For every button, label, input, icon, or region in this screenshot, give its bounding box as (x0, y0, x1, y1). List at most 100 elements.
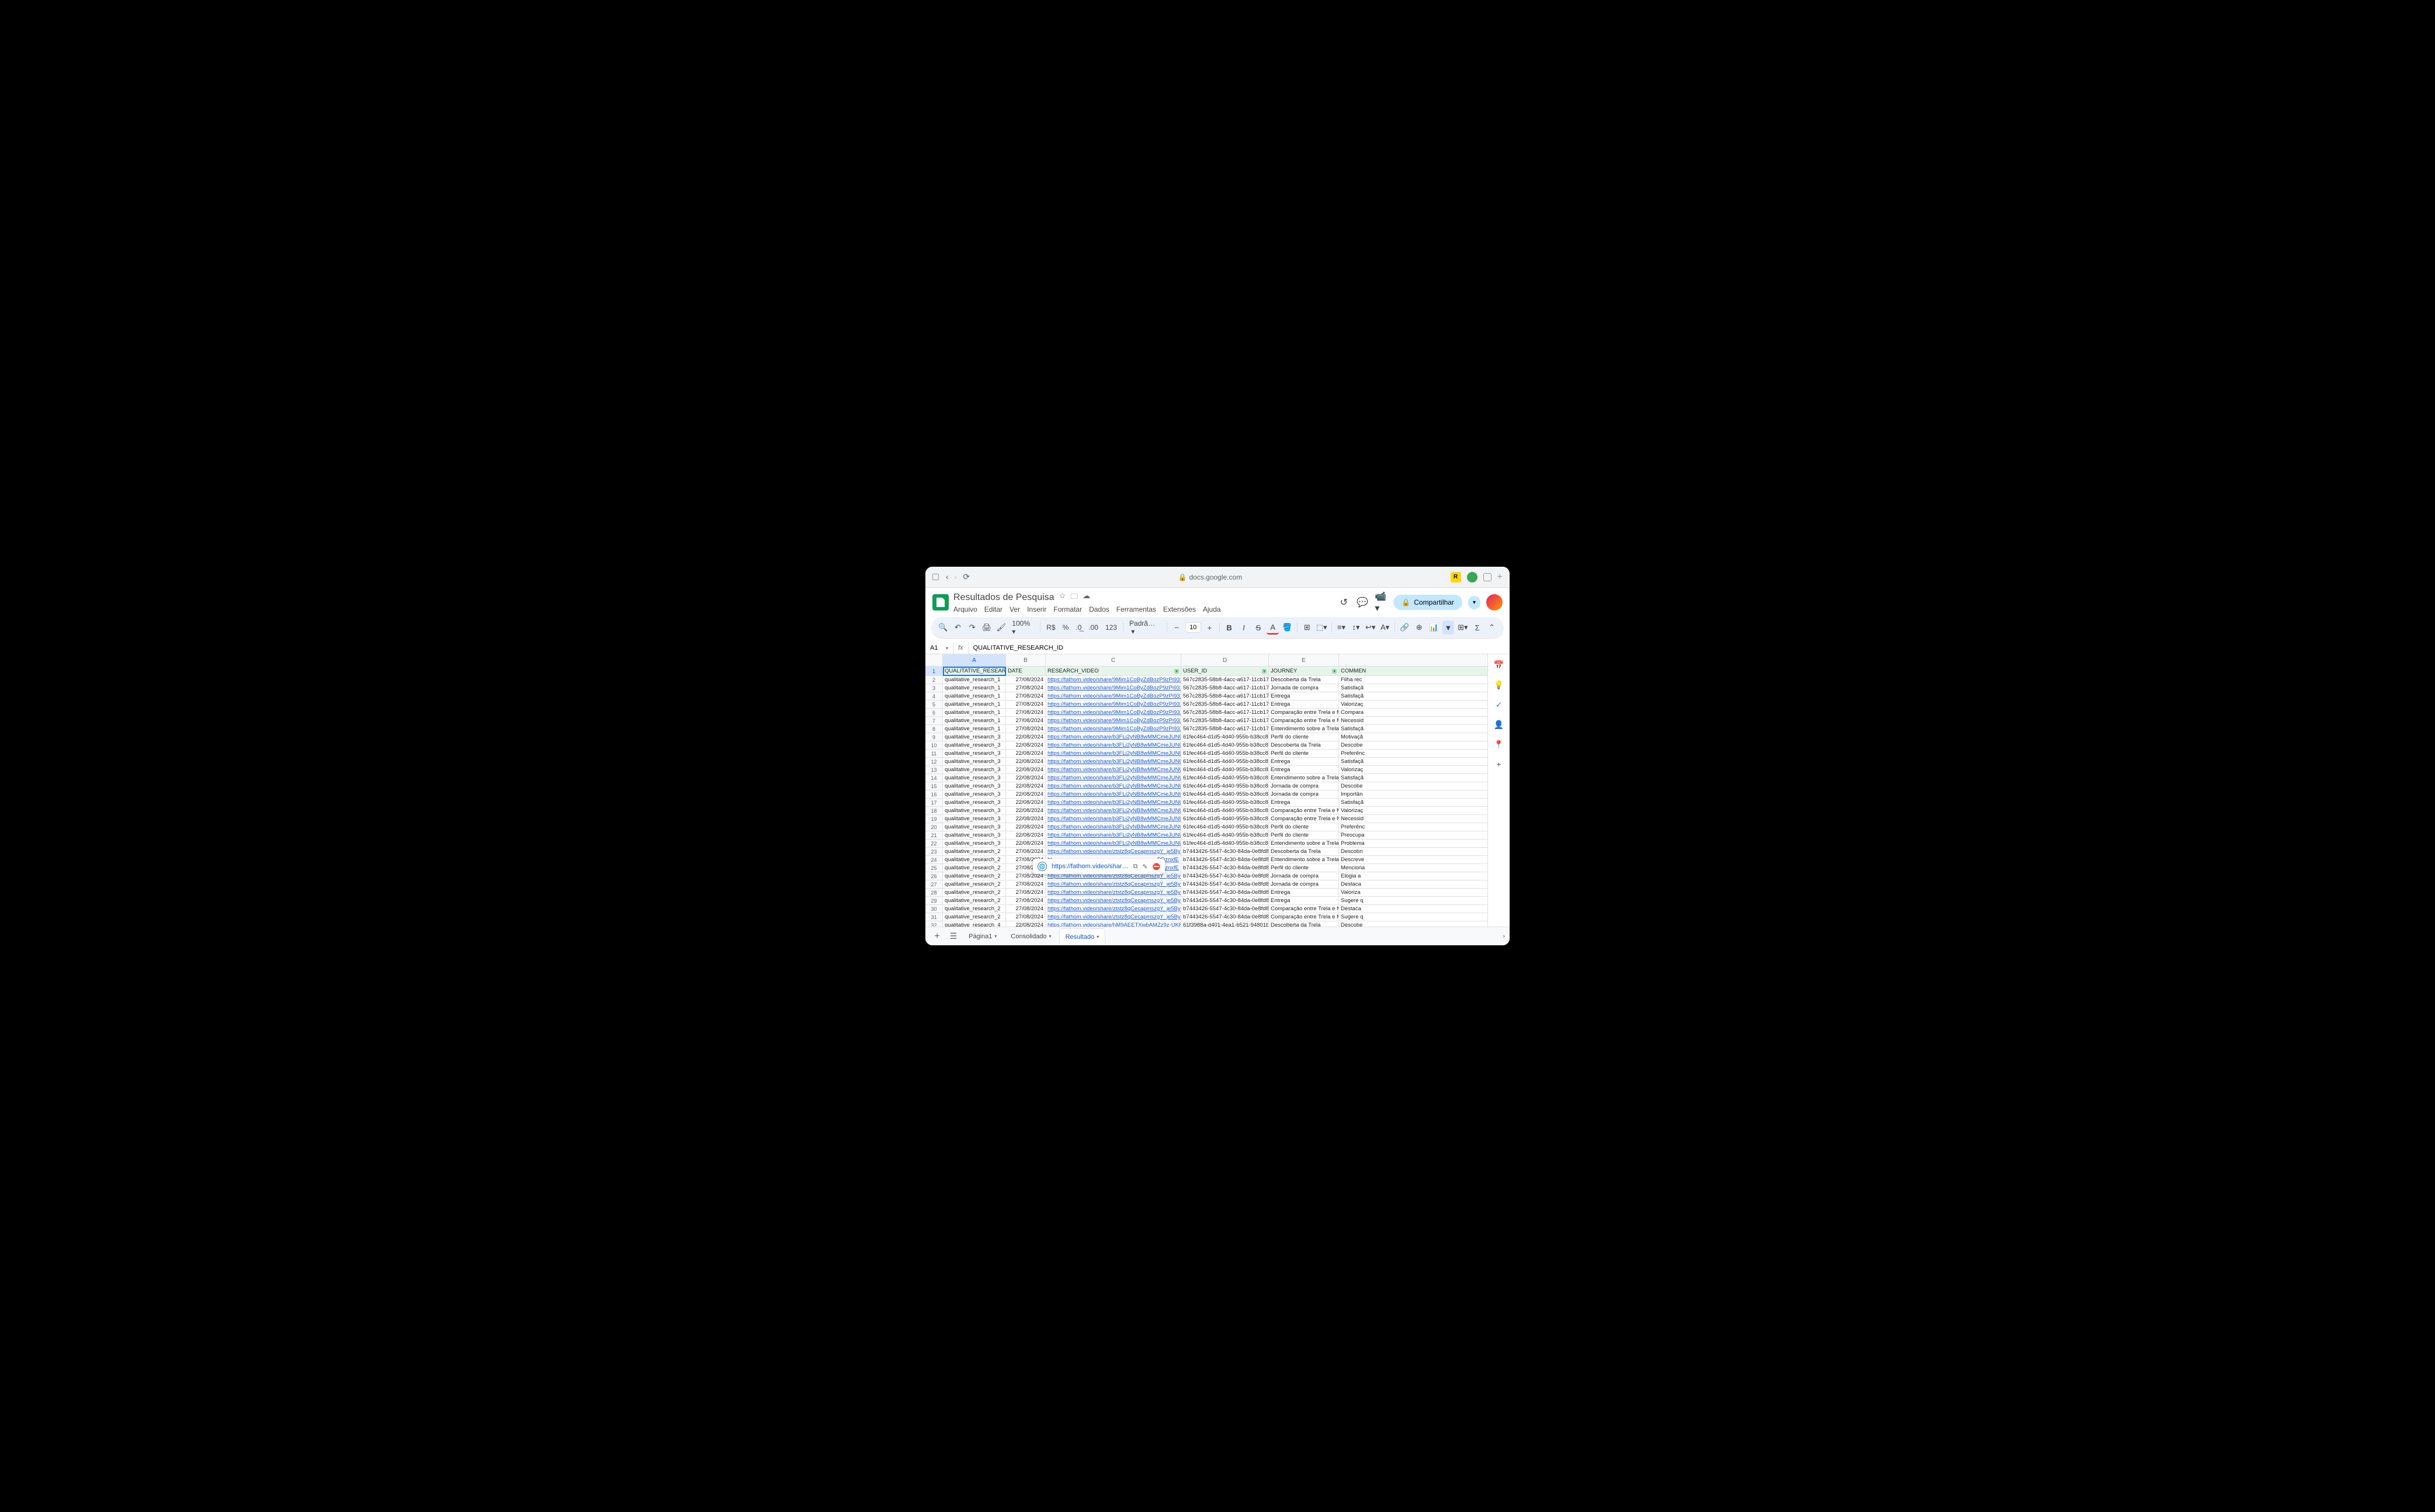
cell[interactable]: qualitative_research_2 (943, 905, 1006, 913)
borders-button[interactable]: ⊞ (1301, 620, 1313, 634)
cell[interactable]: qualitative_research_2 (943, 872, 1006, 880)
cell[interactable]: 22/08/2024 (1006, 766, 1046, 774)
address-bar[interactable]: 🔒 docs.google.com (977, 573, 1444, 581)
cell[interactable]: 61fec464-d1d5-4d40-955b-b38cc8dbaeb9 (1181, 823, 1269, 831)
cell[interactable]: https://fathom.video/share/b3FLi2yNB8wMM… (1046, 733, 1181, 741)
cell[interactable]: Necessid (1339, 717, 1487, 725)
row-header[interactable]: 25 (925, 864, 943, 872)
cell[interactable]: Jornada de compra (1269, 790, 1339, 799)
cell[interactable]: Sugere q (1339, 913, 1487, 921)
row-header[interactable]: 30 (925, 905, 943, 913)
share-button[interactable]: 🔒 Compartilhar (1393, 595, 1462, 610)
cell[interactable]: Entrega (1269, 700, 1339, 709)
cell[interactable]: Descobe (1339, 741, 1487, 750)
cell[interactable]: https://fathom.video/share/9Mim1CoByZdBo… (1046, 709, 1181, 717)
cell[interactable]: 61fec464-d1d5-4d40-955b-b38cc8dbaeb9 (1181, 766, 1269, 774)
cell[interactable]: 61fec464-d1d5-4d40-955b-b38cc8dbaeb9 (1181, 741, 1269, 750)
row-header[interactable]: 29 (925, 897, 943, 905)
row-header[interactable]: 9 (925, 733, 943, 741)
cell[interactable]: 22/08/2024 (1006, 823, 1046, 831)
cell[interactable]: Comparação entre Trela e Mercado (1269, 913, 1339, 921)
row-header[interactable]: 11 (925, 750, 943, 758)
cell[interactable]: https://fathom.video/share/9Mim1CoByZdBo… (1046, 684, 1181, 692)
increase-font-button[interactable]: + (1203, 620, 1216, 634)
cell[interactable]: https://fathom.video/share/b3FLi2yNB8wMM… (1046, 799, 1181, 807)
cell[interactable]: b7443426-5547-4c30-84da-0e8fd83df46e (1181, 897, 1269, 905)
column-header[interactable]: E (1269, 654, 1339, 666)
cell[interactable]: Destaca (1339, 905, 1487, 913)
cell[interactable]: qualitative_research_3 (943, 774, 1006, 782)
cell[interactable]: Descoberta da Trela (1269, 921, 1339, 927)
cell[interactable]: 61fec464-d1d5-4d40-955b-b38cc8dbaeb9 (1181, 799, 1269, 807)
cell[interactable]: Descreve (1339, 856, 1487, 864)
wrap-button[interactable]: ↩▾ (1364, 620, 1376, 634)
back-icon[interactable]: ‹ (946, 572, 949, 582)
select-all-corner[interactable] (925, 654, 943, 666)
bold-button[interactable]: B (1223, 620, 1236, 634)
row-header[interactable]: 7 (925, 717, 943, 725)
comments-icon[interactable]: 💬 (1356, 596, 1369, 609)
cell[interactable]: 567c2835-58b8-4acc-a617-11cb179a3bf4 (1181, 709, 1269, 717)
menu-item[interactable]: Inserir (1027, 605, 1046, 613)
cell[interactable]: qualitative_research_2 (943, 848, 1006, 856)
cell[interactable]: 61f3988a-d401-4ea1-b521-94801b8d0672 (1181, 921, 1269, 927)
cell[interactable]: 22/08/2024 (1006, 831, 1046, 840)
cell[interactable]: 22/08/2024 (1006, 815, 1046, 823)
row-header[interactable]: 8 (925, 725, 943, 733)
row-header[interactable]: 10 (925, 741, 943, 750)
cell[interactable]: 61fec464-d1d5-4d40-955b-b38cc8dbaeb9 (1181, 782, 1269, 790)
row-header[interactable]: 27 (925, 880, 943, 889)
cell[interactable]: 22/08/2024 (1006, 782, 1046, 790)
cell[interactable]: qualitative_research_1 (943, 692, 1006, 700)
cell[interactable]: 27/08/2024 (1006, 905, 1046, 913)
cell[interactable]: b7443426-5547-4c30-84da-0e8fd83df46e (1181, 905, 1269, 913)
cell[interactable]: 22/08/2024 (1006, 921, 1046, 927)
column-header[interactable]: C (1046, 654, 1181, 666)
avatar[interactable] (1486, 594, 1503, 611)
cell[interactable]: Entendimento sobre a Trela (1269, 856, 1339, 864)
cell[interactable]: Perfil do cliente (1269, 823, 1339, 831)
cell[interactable]: https://fathom.video/share/b3FLi2yNB8wMM… (1046, 823, 1181, 831)
cell[interactable]: Entrega (1269, 889, 1339, 897)
column-header[interactable]: A (943, 654, 1006, 666)
row-header[interactable]: 31 (925, 913, 943, 921)
cell[interactable]: qualitative_research_3 (943, 823, 1006, 831)
cell[interactable]: Menciona (1339, 864, 1487, 872)
extension-icon[interactable]: R (1451, 572, 1461, 582)
cell[interactable]: Valorizaç (1339, 807, 1487, 815)
text-color-button[interactable]: A (1267, 620, 1279, 634)
italic-button[interactable]: I (1238, 620, 1250, 634)
font-size-input[interactable]: 10 (1185, 622, 1201, 633)
cell[interactable]: Sugere q (1339, 897, 1487, 905)
row-header[interactable]: 4 (925, 692, 943, 700)
cell[interactable]: 22/08/2024 (1006, 840, 1046, 848)
cell[interactable]: Descoberta da Trela (1269, 741, 1339, 750)
cell[interactable]: 27/08/2024 (1006, 692, 1046, 700)
cell[interactable]: RESEARCH_VIDEO (1046, 667, 1181, 676)
cell[interactable]: 567c2835-58b8-4acc-a617-11cb179a3bf4 (1181, 676, 1269, 684)
row-header[interactable]: 19 (925, 815, 943, 823)
cell[interactable]: qualitative_research_2 (943, 856, 1006, 864)
search-icon[interactable]: 🔍 (937, 620, 949, 634)
cell[interactable]: qualitative_research_1 (943, 684, 1006, 692)
cell[interactable]: 61fec464-d1d5-4d40-955b-b38cc8dbaeb9 (1181, 831, 1269, 840)
cell[interactable]: 22/08/2024 (1006, 807, 1046, 815)
row-header[interactable]: 16 (925, 790, 943, 799)
cell[interactable]: Descobe (1339, 782, 1487, 790)
cell[interactable]: Entendimento sobre a Trela (1269, 725, 1339, 733)
cell[interactable]: Entendimento sobre a Trela (1269, 774, 1339, 782)
cell[interactable]: https://fathom.video/share/9Mim1CoByZdBo… (1046, 692, 1181, 700)
collapse-toolbar-button[interactable]: ⌃ (1486, 620, 1498, 634)
sidebar-toggle-icon[interactable] (932, 574, 939, 580)
fill-color-button[interactable]: 🪣 (1281, 620, 1293, 634)
rotate-button[interactable]: A▾ (1379, 620, 1391, 634)
name-box[interactable]: A1 (925, 642, 953, 654)
formula-input[interactable]: QUALITATIVE_RESEARCH_ID (969, 642, 1510, 654)
cell[interactable]: 22/08/2024 (1006, 750, 1046, 758)
cell[interactable]: 61fec464-d1d5-4d40-955b-b38cc8dbaeb9 (1181, 807, 1269, 815)
cell[interactable]: qualitative_research_3 (943, 758, 1006, 766)
cell[interactable]: DATE (1006, 667, 1046, 676)
cell[interactable]: Perfil do cliente (1269, 831, 1339, 840)
column-header[interactable] (1339, 654, 1487, 666)
cell[interactable]: b7443426-5547-4c30-84da-0e8fd83df46e (1181, 856, 1269, 864)
